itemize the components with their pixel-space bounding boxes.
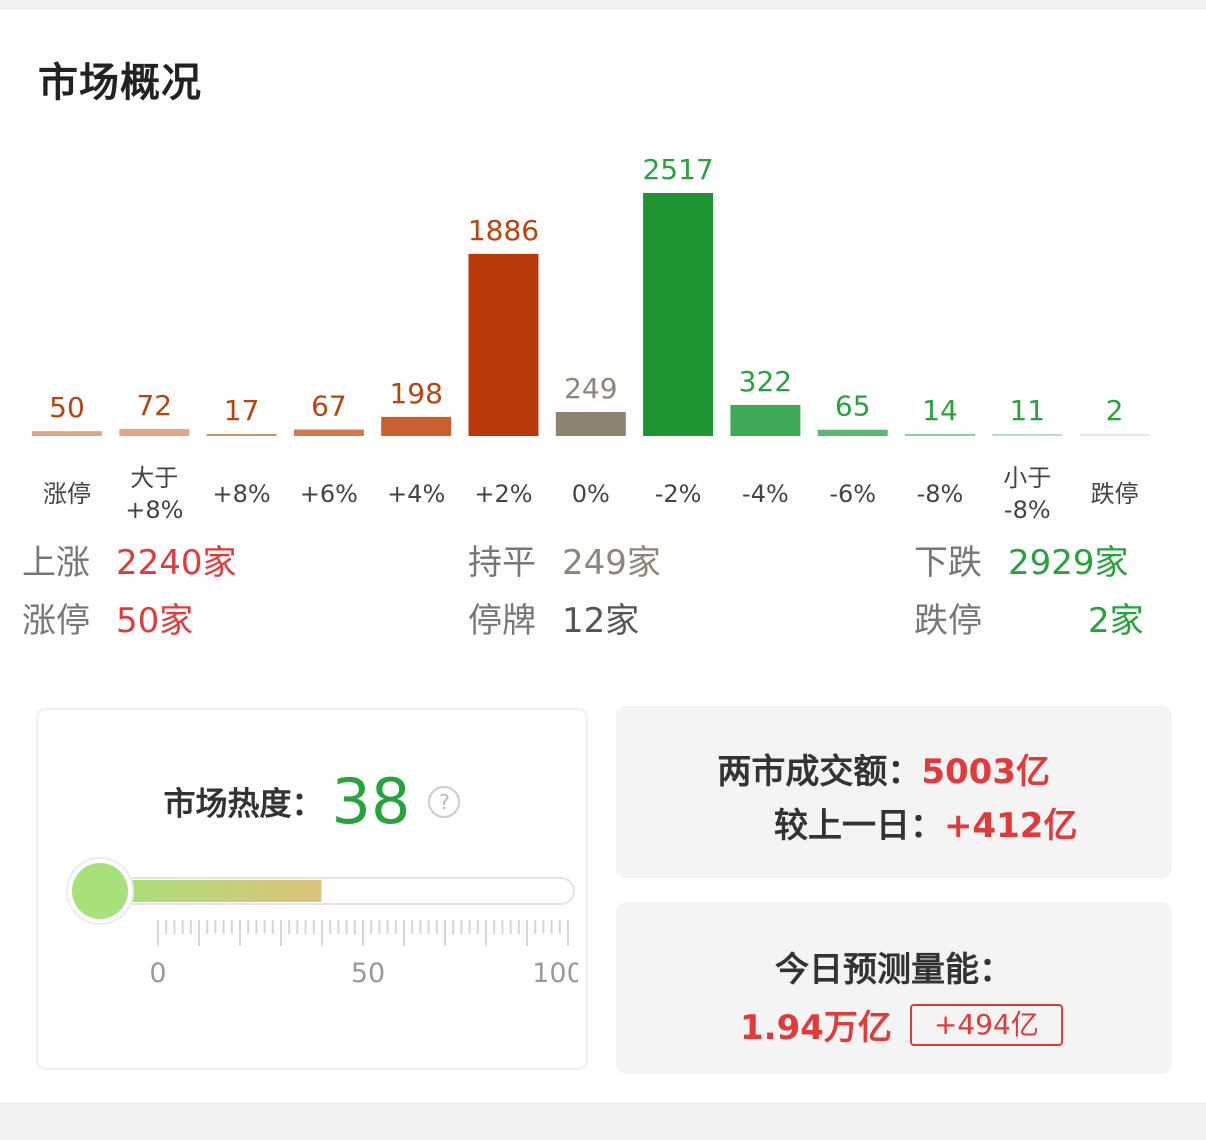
- prediction-card: 今日预测量能： 1.94万亿 +494亿: [616, 902, 1172, 1074]
- stat-flat-value: 249家: [562, 543, 661, 583]
- bar: [1079, 434, 1150, 436]
- bar-value-label: 65: [835, 390, 871, 423]
- stat-limit-up-label: 涨停: [22, 601, 90, 641]
- stat-suspend-label: 停牌: [468, 601, 536, 641]
- stat-suspend-value: 12家: [562, 601, 640, 641]
- category-label: +4%: [387, 480, 445, 508]
- bar: [992, 434, 1063, 436]
- stats-summary: 上涨 2240家 持平 249家 下跌 2929家 涨停 50家 停牌 12家 跌停 2家: [0, 535, 1206, 665]
- stat-up: 上涨 2240家: [22, 535, 237, 584]
- stat-up-label: 上涨: [22, 543, 90, 583]
- bar-value-label: 17: [224, 394, 260, 427]
- stat-down-label: 下跌: [914, 543, 982, 583]
- category-label: 0%: [572, 480, 610, 508]
- bar: [643, 193, 714, 436]
- bar: [32, 431, 102, 436]
- turnover-label: 两市成交额：: [717, 752, 922, 792]
- category-label: +8%: [213, 480, 271, 508]
- category-label: 跌停: [1091, 480, 1139, 508]
- bar: [381, 416, 452, 436]
- stat-flat: 持平 249家: [468, 535, 661, 584]
- page-title: 市场概况: [38, 60, 202, 106]
- heat-knob: [72, 863, 128, 919]
- turnover-change-label: 较上一日：: [774, 806, 944, 846]
- category-label: 小于-8%: [1003, 464, 1051, 524]
- bar-value-label: 198: [389, 377, 442, 410]
- heat-scale-label-0: 0: [149, 958, 166, 989]
- bar: [293, 429, 364, 436]
- category-label: -8%: [917, 480, 964, 508]
- prediction-value: 1.94万亿: [740, 1008, 892, 1048]
- prediction-label: 今日预测量能：: [775, 950, 1013, 990]
- stat-down: 下跌 2929家: [914, 535, 1129, 584]
- bar-value-label: 67: [311, 390, 347, 423]
- stat-down-value: 2929家: [1008, 543, 1129, 583]
- category-label: -6%: [829, 480, 876, 508]
- heat-ticks: [157, 920, 569, 946]
- heat-label: 市场热度：: [163, 784, 324, 823]
- bar: [905, 434, 975, 436]
- turnover-change-value: +412亿: [944, 806, 1078, 846]
- prediction-row: 1.94万亿 +494亿: [740, 1000, 1063, 1049]
- heat-value: 38: [331, 765, 411, 838]
- bar-value-label: 50: [49, 391, 85, 424]
- stat-limit-down-value: 2家: [1088, 601, 1144, 641]
- category-label: -4%: [742, 480, 789, 508]
- prediction-change-badge: +494亿: [909, 1003, 1063, 1046]
- distribution-bar-chart: 50 涨停 72 大于+8% 17 +8% 67 +6% 198 +4% 1886 +2% 249 0% 2…: [32, 153, 1150, 524]
- turnover-card: 两市成交额：5003亿 较上一日：+412亿: [616, 706, 1172, 878]
- turnover-value: 5003亿: [921, 752, 1050, 792]
- bar: [119, 429, 190, 436]
- bar-value-label: 1886: [468, 214, 539, 247]
- stat-limit-up-value: 50家: [116, 601, 194, 641]
- stat-limit-up: 涨停 50家: [22, 593, 193, 642]
- bar-value-label: 14: [922, 394, 958, 427]
- bar-value-label: 249: [564, 372, 617, 405]
- category-label: 涨停: [43, 480, 91, 508]
- heat-title: 市场热度： 38?: [38, 765, 586, 838]
- bar: [555, 411, 626, 436]
- heat-scale-label-100: 100: [532, 958, 578, 989]
- bar-value-label: 2517: [642, 153, 713, 186]
- turnover-change-row: 较上一日：+412亿: [774, 798, 1078, 847]
- bar-value-label: 11: [1009, 394, 1045, 427]
- heat-scale-label-50: 50: [351, 958, 385, 989]
- category-label: 大于+8%: [125, 464, 183, 524]
- category-label: +6%: [300, 480, 358, 508]
- bar-value-label: 72: [136, 389, 172, 422]
- stat-flat-label: 持平: [468, 543, 536, 583]
- stat-limit-down: 跌停 2家: [914, 593, 1144, 642]
- question-circle-icon[interactable]: ?: [428, 785, 461, 818]
- market-heat-card: 市场热度： 38? 0 50 100: [36, 708, 588, 1070]
- category-label: -2%: [655, 480, 702, 508]
- category-label: +2%: [474, 480, 532, 508]
- stat-suspend: 停牌 12家: [468, 593, 639, 642]
- bar-value-label: 322: [739, 365, 792, 398]
- heat-fill: [118, 880, 322, 902]
- bar: [817, 429, 888, 436]
- bar: [468, 253, 539, 436]
- heat-gauge: 0 50 100: [66, 857, 578, 989]
- bar: [730, 404, 801, 436]
- bar-value-label: 2: [1106, 394, 1124, 427]
- bar: [206, 434, 277, 436]
- stat-limit-down-label: 跌停: [914, 601, 982, 641]
- stat-up-value: 2240家: [116, 543, 237, 583]
- turnover-row: 两市成交额：5003亿: [717, 744, 1050, 793]
